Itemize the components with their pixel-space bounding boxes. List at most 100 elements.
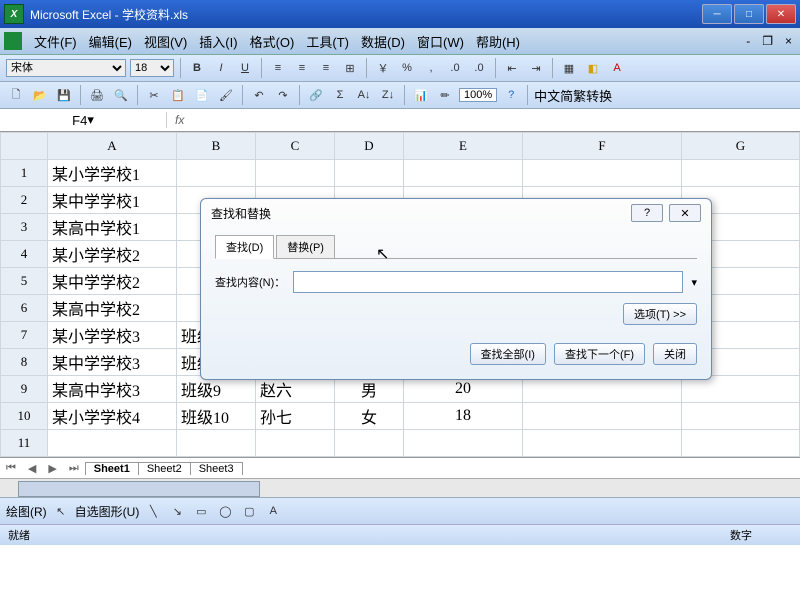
row-header[interactable]: 11 [1, 430, 48, 457]
format-painter-button[interactable]: 🖌 [216, 85, 236, 105]
cell[interactable] [335, 430, 404, 457]
find-all-button[interactable]: 查找全部(I) [470, 343, 546, 365]
comma-button[interactable]: , [421, 58, 441, 78]
save-button[interactable]: 💾 [54, 85, 74, 105]
redo-button[interactable]: ↷ [273, 85, 293, 105]
font-color-button[interactable]: A [607, 58, 627, 78]
menu-tools[interactable]: 工具(T) [300, 30, 355, 53]
cell[interactable] [404, 430, 523, 457]
dialog-help-button[interactable]: ? [631, 204, 663, 222]
dec-indent-button[interactable]: ⇤ [502, 58, 522, 78]
cell[interactable]: 某高中学校1 [48, 214, 177, 241]
row-header[interactable]: 9 [1, 376, 48, 403]
underline-button[interactable]: U [235, 58, 255, 78]
row-header[interactable]: 2 [1, 187, 48, 214]
row-header[interactable]: 5 [1, 268, 48, 295]
row-header[interactable]: 6 [1, 295, 48, 322]
row-header[interactable]: 7 [1, 322, 48, 349]
merge-button[interactable]: ⊞ [340, 58, 360, 78]
cell[interactable]: 孙七 [256, 403, 335, 430]
arrow-button[interactable]: ↘ [167, 501, 187, 521]
find-input[interactable] [293, 271, 683, 293]
cell[interactable] [682, 430, 800, 457]
sort-asc-button[interactable]: A↓ [354, 85, 374, 105]
options-button[interactable]: 选项(T) >> [623, 303, 697, 325]
print-button[interactable]: 🖨 [87, 85, 107, 105]
cut-button[interactable]: ✂ [144, 85, 164, 105]
cell[interactable] [404, 160, 523, 187]
cell[interactable]: 女 [335, 403, 404, 430]
menu-format[interactable]: 格式(O) [244, 30, 301, 53]
row-header[interactable]: 1 [1, 160, 48, 187]
name-box[interactable]: F4 ▾ [0, 112, 167, 128]
convert-button[interactable]: 中文简繁转换 [534, 86, 612, 105]
row-header[interactable]: 8 [1, 349, 48, 376]
maximize-button[interactable]: □ [734, 4, 764, 24]
cell[interactable] [177, 430, 256, 457]
col-header[interactable]: B [177, 133, 256, 160]
preview-button[interactable]: 🔍 [111, 85, 131, 105]
fill-color-button[interactable]: ◧ [583, 58, 603, 78]
currency-button[interactable]: ￥ [373, 58, 393, 78]
paste-button[interactable]: 📄 [192, 85, 212, 105]
sheet-tab[interactable]: Sheet3 [190, 462, 243, 475]
row-header[interactable]: 3 [1, 214, 48, 241]
menu-edit[interactable]: 编辑(E) [83, 30, 138, 53]
cell[interactable]: 18 [404, 403, 523, 430]
autosum-button[interactable]: Σ [330, 85, 350, 105]
minimize-button[interactable]: ─ [702, 4, 732, 24]
textbox-button[interactable]: ▢ [239, 501, 259, 521]
tab-replace[interactable]: 替换(P) [276, 235, 335, 258]
bold-button[interactable]: B [187, 58, 207, 78]
row-header[interactable]: 4 [1, 241, 48, 268]
tab-find[interactable]: 查找(D) [215, 235, 274, 259]
cell[interactable] [523, 430, 682, 457]
cell[interactable]: 某高中学校2 [48, 295, 177, 322]
cell[interactable]: 某中学学校3 [48, 349, 177, 376]
borders-button[interactable]: ▦ [559, 58, 579, 78]
select-all[interactable] [1, 133, 48, 160]
tab-nav-last[interactable]: ⏭ [63, 462, 85, 475]
close-button[interactable]: ✕ [766, 4, 796, 24]
row-header[interactable]: 10 [1, 403, 48, 430]
chart-button[interactable]: 📊 [411, 85, 431, 105]
menu-view[interactable]: 视图(V) [138, 30, 193, 53]
autoshapes-menu[interactable]: 自选图形(U) [75, 503, 140, 520]
cell[interactable] [682, 160, 800, 187]
oval-button[interactable]: ◯ [215, 501, 235, 521]
help-button[interactable]: ? [501, 85, 521, 105]
select-objects-button[interactable]: ↖ [51, 501, 71, 521]
cell[interactable]: 某中学学校2 [48, 268, 177, 295]
align-center-button[interactable]: ≡ [292, 58, 312, 78]
dropdown-icon[interactable]: ▾ [691, 276, 697, 289]
draw-menu[interactable]: 绘图(R) [6, 503, 47, 520]
zoom-select[interactable]: 100% [459, 88, 497, 102]
dec-decimal-button[interactable]: .0 [469, 58, 489, 78]
line-button[interactable]: ╲ [143, 501, 163, 521]
cell[interactable] [523, 403, 682, 430]
align-left-button[interactable]: ≡ [268, 58, 288, 78]
percent-button[interactable]: % [397, 58, 417, 78]
cell[interactable] [523, 160, 682, 187]
menu-window[interactable]: 窗口(W) [411, 30, 470, 53]
menu-insert[interactable]: 插入(I) [193, 30, 243, 53]
col-header[interactable]: D [335, 133, 404, 160]
cell[interactable]: 班级10 [177, 403, 256, 430]
cell[interactable] [48, 430, 177, 457]
close-dialog-button[interactable]: 关闭 [653, 343, 697, 365]
col-header[interactable]: A [48, 133, 177, 160]
cell[interactable]: 某高中学校3 [48, 376, 177, 403]
italic-button[interactable]: I [211, 58, 231, 78]
cell[interactable] [256, 430, 335, 457]
cell[interactable] [335, 160, 404, 187]
open-button[interactable]: 📂 [30, 85, 50, 105]
fx-icon[interactable]: fx [167, 113, 192, 127]
menu-file[interactable]: 文件(F) [28, 30, 83, 53]
drawing-button[interactable]: ✏ [435, 85, 455, 105]
cell[interactable] [682, 403, 800, 430]
cell[interactable]: 某小学学校3 [48, 322, 177, 349]
rectangle-button[interactable]: ▭ [191, 501, 211, 521]
undo-button[interactable]: ↶ [249, 85, 269, 105]
font-name-select[interactable]: 宋体 [6, 59, 126, 77]
sheet-tab[interactable]: Sheet1 [85, 462, 139, 475]
